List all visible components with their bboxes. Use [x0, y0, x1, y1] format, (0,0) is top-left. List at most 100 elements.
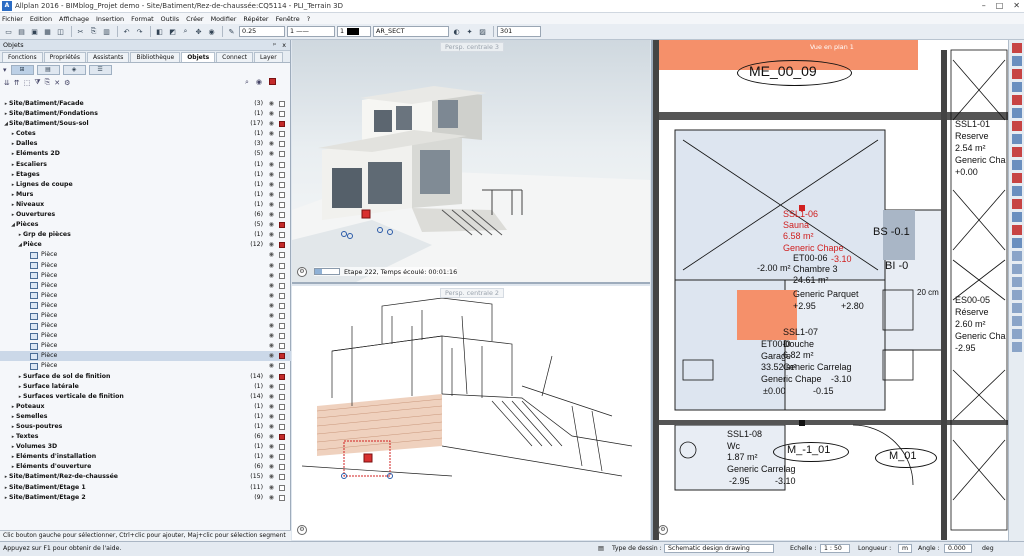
- viewport-settings-icon[interactable]: ⚙: [297, 525, 307, 535]
- douche-code[interactable]: SSL1-07: [783, 328, 818, 337]
- selection-checkbox[interactable]: [279, 111, 285, 118]
- color-select[interactable]: 1: [337, 26, 371, 37]
- perspective-viewport-3[interactable]: Persp. centrale 3 ⚙ Etape 222, Temps éco…: [292, 40, 650, 284]
- tree-row[interactable]: ▸ Escaliers (1) ◉: [0, 160, 291, 170]
- garage-name[interactable]: Garage: [761, 352, 791, 361]
- right-level-2[interactable]: -2.95: [955, 344, 976, 353]
- tree-row[interactable]: ▸ Poteaux (1) ◉: [0, 402, 291, 412]
- visibility-eye-icon[interactable]: ◉: [269, 361, 274, 371]
- sauna-finish[interactable]: Generic Chape: [783, 244, 844, 253]
- visibility-eye-icon[interactable]: ◉: [269, 109, 274, 119]
- right-name-2[interactable]: Réserve: [955, 308, 989, 317]
- eraser-icon[interactable]: [1012, 43, 1022, 53]
- selection-checkbox[interactable]: [279, 171, 285, 178]
- sauna-level[interactable]: -3.10: [831, 255, 852, 264]
- extend-tool-icon[interactable]: [1012, 212, 1022, 222]
- tree-row[interactable]: ▸ Volumes 3D (1) ◉: [0, 442, 291, 452]
- tree-row[interactable]: ▸ Surface de sol de finition (14) ◉: [0, 372, 291, 382]
- filter-icon[interactable]: ⧩: [34, 78, 40, 87]
- visibility-eye-icon[interactable]: ◉: [269, 493, 274, 503]
- tab-connect[interactable]: Connect: [216, 52, 253, 62]
- visibility-eye-icon[interactable]: ◉: [269, 483, 274, 493]
- visibility-eye-icon[interactable]: ◉: [269, 372, 274, 382]
- selection-checkbox[interactable]: [279, 333, 285, 340]
- visibility-eye-icon[interactable]: ◉: [269, 422, 274, 432]
- wc-finish[interactable]: Generic Carrelag: [727, 465, 796, 474]
- layers-view-button[interactable]: ◈: [62, 65, 86, 75]
- copy-tool-icon[interactable]: [1012, 160, 1022, 170]
- menu-format[interactable]: Format: [131, 15, 154, 23]
- right-level-1[interactable]: +0.00: [955, 168, 978, 177]
- zoom-all-icon[interactable]: [1012, 316, 1022, 326]
- properties-icon[interactable]: ◧: [154, 26, 165, 37]
- visibility-eye-icon[interactable]: ◉: [269, 220, 274, 230]
- right-area-2[interactable]: 2.60 m²: [955, 320, 986, 329]
- scale-tool-icon[interactable]: [1012, 147, 1022, 157]
- open-folder-icon[interactable]: ▤: [16, 26, 27, 37]
- right-code-1[interactable]: SSL1-01: [955, 120, 990, 129]
- new-file-icon[interactable]: ▭: [3, 26, 14, 37]
- length-field[interactable]: m: [898, 542, 913, 556]
- selection-checkbox[interactable]: [279, 262, 285, 269]
- viewport-settings-icon[interactable]: ⚙: [297, 267, 307, 277]
- tree-row[interactable]: ▸ Dalles (3) ◉: [0, 139, 291, 149]
- right-finish-1[interactable]: Generic Cha: [955, 156, 1006, 165]
- chambre-neg-area[interactable]: -2.00 m²: [757, 264, 791, 273]
- visibility-eye-icon[interactable]: ◉: [269, 341, 274, 351]
- selection-checkbox[interactable]: [279, 242, 285, 249]
- light-bulb-icon[interactable]: ✦: [464, 26, 475, 37]
- tree-row[interactable]: Pièce ◉: [0, 341, 291, 351]
- selection-checkbox[interactable]: [279, 232, 285, 239]
- tree-row[interactable]: Pièce ◉: [0, 321, 291, 331]
- visibility-eye-icon[interactable]: ◉: [269, 190, 274, 200]
- pen-icon[interactable]: ✎: [226, 26, 237, 37]
- redo-icon[interactable]: ↷: [134, 26, 145, 37]
- selection-checkbox[interactable]: [279, 101, 285, 107]
- chambre-name[interactable]: Chambre 3: [793, 265, 838, 274]
- tab-proprietes[interactable]: Propriétés: [43, 52, 86, 62]
- selection-checkbox[interactable]: [279, 424, 285, 430]
- tree-row[interactable]: ▸ Eléments d'installation (1) ◉: [0, 452, 291, 462]
- list-view-button[interactable]: ☰: [88, 65, 112, 75]
- selection-checkbox[interactable]: [279, 464, 285, 471]
- tree-row[interactable]: ◢ Pièce (12) ◉: [0, 240, 291, 250]
- selection-checkbox[interactable]: [279, 302, 285, 309]
- layer-visibility-icon[interactable]: ◐: [451, 26, 462, 37]
- visibility-eye-icon[interactable]: ◉: [269, 402, 274, 412]
- wc-level-b[interactable]: -3.10: [775, 477, 796, 486]
- sauna-area[interactable]: 6.58 m²: [783, 232, 814, 241]
- visibility-eye-icon[interactable]: ◉: [269, 392, 274, 402]
- delete-objects-icon[interactable]: ✕: [54, 79, 60, 87]
- visibility-eye-icon[interactable]: ◉: [269, 240, 274, 250]
- visibility-eye-icon[interactable]: ◉: [269, 200, 274, 210]
- visibility-eye-icon[interactable]: ◉: [269, 129, 274, 139]
- visibility-eye-icon[interactable]: ◉: [269, 160, 274, 170]
- view-3d-icon[interactable]: [1012, 342, 1022, 352]
- panel-close-icon[interactable]: x: [282, 40, 286, 50]
- tree-row[interactable]: Pièce ◉: [0, 291, 291, 301]
- tab-fonctions[interactable]: Fonctions: [2, 52, 43, 62]
- tree-row[interactable]: ▸ Site/Batiment/Etage 2 (9) ◉: [0, 493, 291, 503]
- tag-bi[interactable]: BI -0: [885, 261, 908, 272]
- tree-row[interactable]: Pièce ◉: [0, 351, 291, 362]
- collapse-all-icon[interactable]: ⇈: [14, 79, 20, 87]
- expand-all-icon[interactable]: ⇊: [4, 79, 10, 87]
- line-tool-icon[interactable]: [1012, 82, 1022, 92]
- selection-checkbox[interactable]: [279, 161, 285, 168]
- cut-icon[interactable]: ✂: [75, 26, 86, 37]
- selection-checkbox[interactable]: [279, 454, 285, 461]
- delete-tool-icon[interactable]: [1012, 95, 1022, 105]
- tree-row[interactable]: Pièce ◉: [0, 261, 291, 271]
- perspective-viewport-2[interactable]: Persp. centrale 2 ⚙: [292, 286, 650, 540]
- wc-level-a[interactable]: -2.95: [729, 477, 750, 486]
- tree-row[interactable]: ▸ Surfaces verticale de finition (14) ◉: [0, 392, 291, 402]
- tree-row[interactable]: Pièce ◉: [0, 331, 291, 341]
- snap-tool-icon[interactable]: [1012, 251, 1022, 261]
- tree-row[interactable]: ▸ Site/Batiment/Etage 1 (11) ◉: [0, 483, 291, 493]
- maximize-button[interactable]: □: [996, 1, 1004, 10]
- visibility-eye-icon[interactable]: ◉: [269, 432, 274, 442]
- rotate-tool-icon[interactable]: [1012, 134, 1022, 144]
- tree-row[interactable]: Pièce ◉: [0, 301, 291, 311]
- garage-area[interactable]: 33.52 m²: [761, 363, 797, 372]
- tree-row[interactable]: Pièce ◉: [0, 250, 291, 260]
